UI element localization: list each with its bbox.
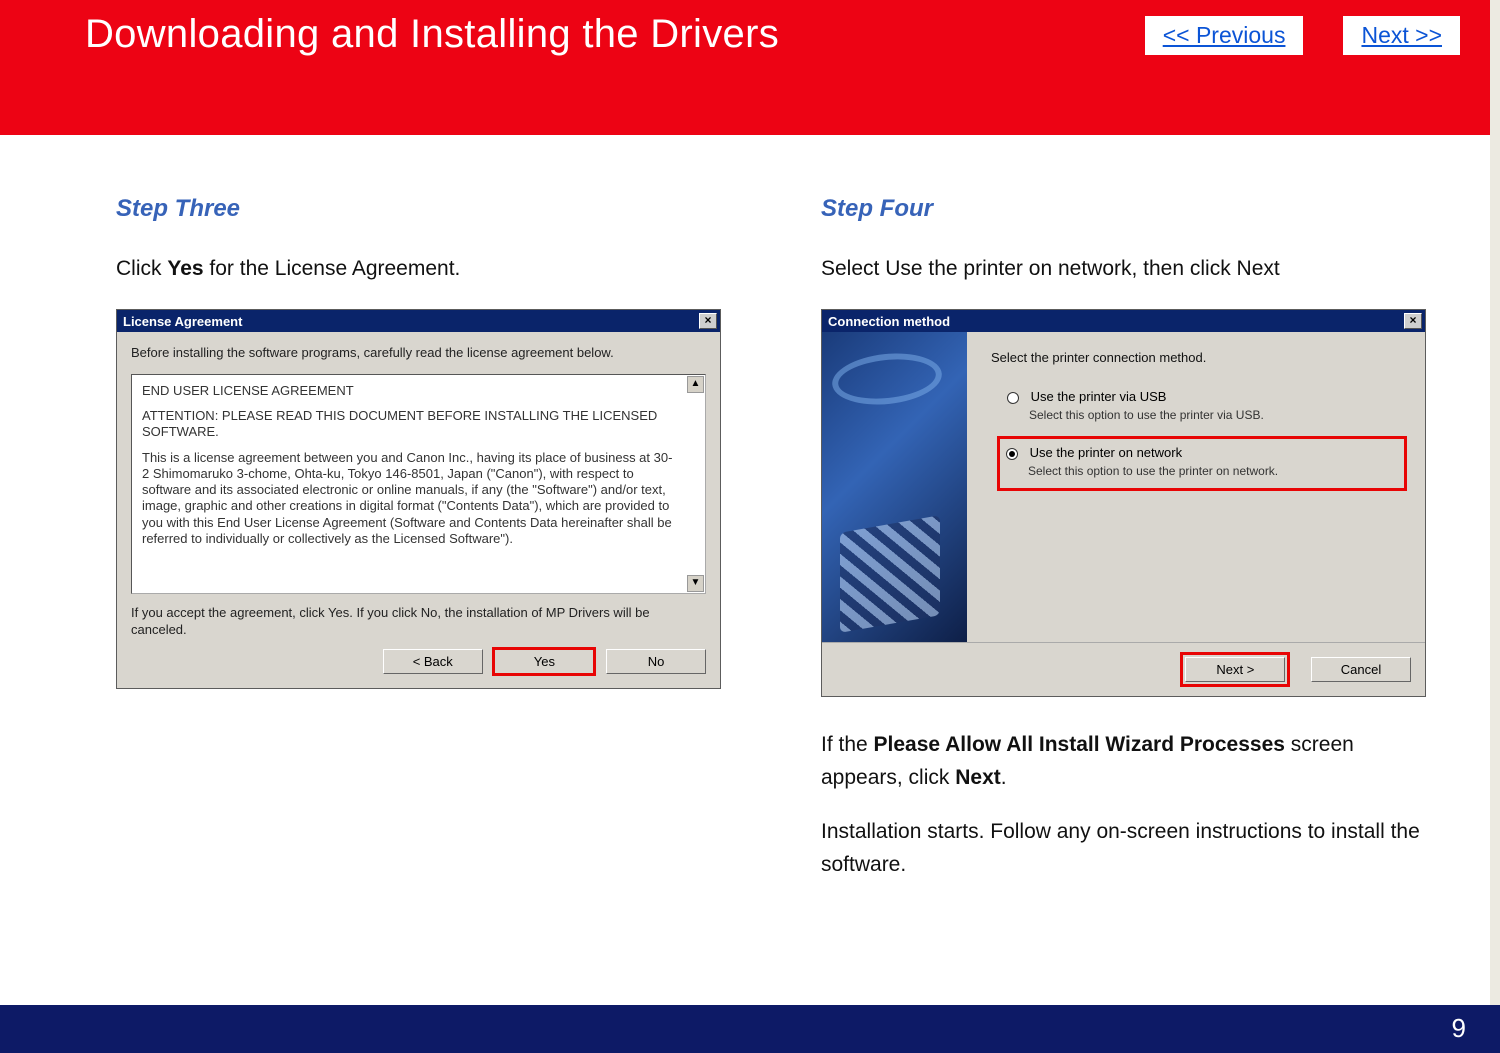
scroll-down-icon[interactable]: ▼ [687, 575, 704, 592]
header: Downloading and Installing the Drivers <… [0, 0, 1500, 135]
text: for the License Agreement. [204, 257, 461, 280]
close-icon[interactable]: × [699, 313, 717, 329]
next-button[interactable]: Next > [1185, 657, 1285, 682]
next-link[interactable]: Next >> [1343, 16, 1460, 55]
eula-heading: END USER LICENSE AGREEMENT [142, 383, 695, 399]
text: Click [116, 257, 167, 280]
dialog-title: Connection method [828, 314, 950, 329]
dialog-footer: Next > Cancel [822, 642, 1425, 696]
cancel-button[interactable]: Cancel [1311, 657, 1411, 682]
page-title: Downloading and Installing the Drivers [85, 12, 779, 57]
radio-icon[interactable] [1006, 448, 1018, 460]
dialog-sidebar-graphic [822, 332, 967, 642]
option-usb[interactable]: Use the printer via USB [1007, 389, 1407, 404]
dialog-body: Before installing the software programs,… [117, 332, 720, 688]
step-four-column: Step Four Select Use the printer on netw… [821, 195, 1426, 904]
next-button-highlight: Next > [1183, 655, 1287, 684]
close-icon[interactable]: × [1404, 313, 1422, 329]
dialog-titlebar: License Agreement × [117, 310, 720, 332]
previous-link[interactable]: << Previous [1145, 16, 1304, 55]
page-number: 9 [1452, 1013, 1466, 1043]
license-intro-text: Before installing the software programs,… [131, 344, 706, 362]
radio-icon[interactable] [1007, 392, 1019, 404]
eula-textbox[interactable]: ▲ END USER LICENSE AGREEMENT ATTENTION: … [131, 374, 706, 594]
dialog-body: Select the printer connection method. Us… [822, 332, 1425, 642]
dialog-main: Select the printer connection method. Us… [967, 332, 1425, 642]
text: . [1001, 766, 1007, 789]
dialog-titlebar: Connection method × [822, 310, 1425, 332]
installation-starts-note: Installation starts. Follow any on-scree… [821, 816, 1426, 881]
option-network[interactable]: Use the printer on network [1006, 445, 1398, 460]
step-four-heading: Step Four [821, 195, 1426, 223]
option-usb-desc: Select this option to use the printer vi… [1029, 408, 1407, 422]
wizard-processes-note: If the Please Allow All Install Wizard P… [821, 729, 1426, 794]
text-bold: Next [955, 766, 1001, 789]
dialog-title: License Agreement [123, 314, 242, 329]
ring-graphic-icon [830, 349, 945, 410]
license-agreement-dialog: License Agreement × Before installing th… [116, 309, 721, 689]
option-usb-label: Use the printer via USB [1031, 389, 1167, 404]
text-bold: Please Allow All Install Wizard Processe… [874, 733, 1285, 756]
no-button[interactable]: No [606, 649, 706, 674]
step-three-column: Step Three Click Yes for the License Agr… [116, 195, 721, 904]
option-network-highlight: Use the printer on network Select this o… [997, 436, 1407, 491]
step-three-instruction: Click Yes for the License Agreement. [116, 255, 721, 283]
text: If the [821, 733, 874, 756]
option-network-label: Use the printer on network [1030, 445, 1182, 460]
yes-button[interactable]: Yes [494, 649, 594, 674]
back-button[interactable]: < Back [383, 649, 483, 674]
step-four-instruction: Select Use the printer on network, then … [821, 255, 1426, 283]
connection-method-dialog: Connection method × Select the printer c… [821, 309, 1426, 697]
button-row: < Back Yes No [131, 649, 706, 674]
eula-attention: ATTENTION: PLEASE READ THIS DOCUMENT BEF… [142, 408, 695, 441]
text-bold: Yes [167, 257, 203, 280]
eula-body: This is a license agreement between you … [142, 450, 695, 548]
nav-links: << Previous Next >> [1145, 16, 1460, 55]
scroll-up-icon[interactable]: ▲ [687, 376, 704, 393]
accept-text: If you accept the agreement, click Yes. … [131, 604, 706, 639]
page-edge [1490, 0, 1500, 1005]
content: Step Three Click Yes for the License Agr… [0, 135, 1500, 904]
step-three-heading: Step Three [116, 195, 721, 223]
connection-prompt: Select the printer connection method. [991, 350, 1407, 365]
option-network-desc: Select this option to use the printer on… [1028, 464, 1398, 478]
footer: 9 [0, 1005, 1500, 1053]
cubes-graphic-icon [840, 516, 940, 634]
